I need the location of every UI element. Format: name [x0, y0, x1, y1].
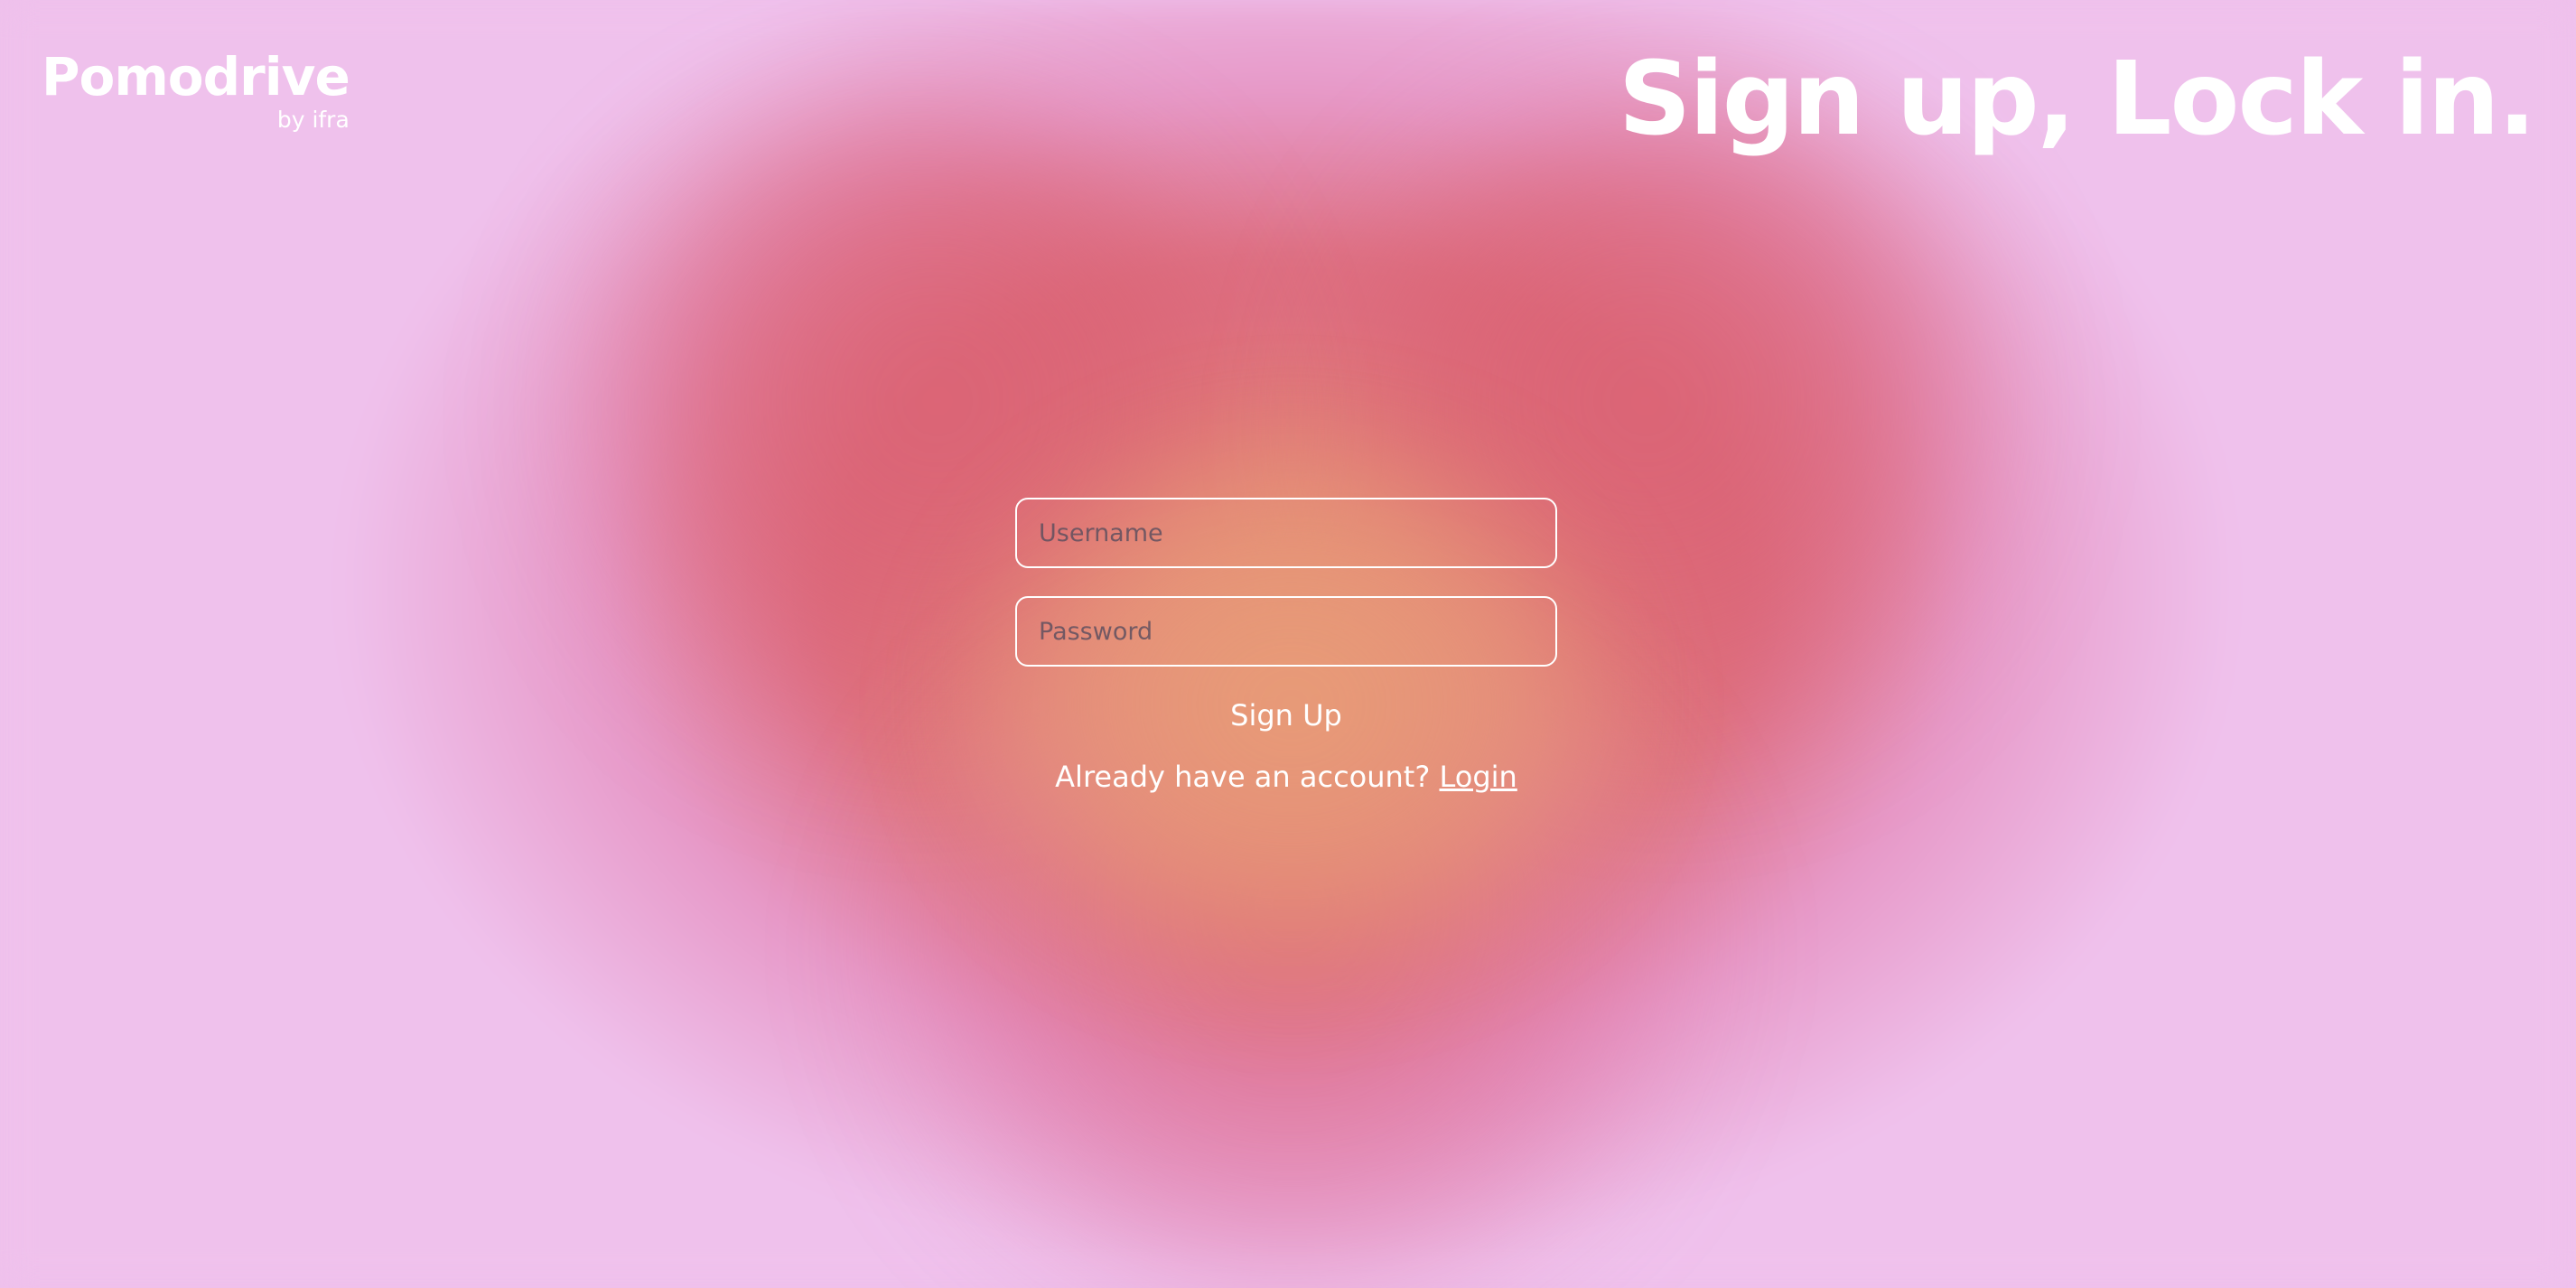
signup-form: Sign Up Already have an account? Login	[1015, 498, 1557, 794]
login-prompt-row: Already have an account? Login	[1015, 760, 1557, 794]
sign-up-button[interactable]: Sign Up	[1221, 695, 1351, 736]
login-link[interactable]: Login	[1440, 760, 1517, 794]
brand-name: Pomodrive	[42, 46, 350, 107]
password-input[interactable]	[1015, 596, 1557, 667]
brand-byline: by ifra	[276, 107, 350, 133]
page-headline: Sign up, Lock in.	[1618, 41, 2536, 158]
username-input[interactable]	[1015, 498, 1557, 568]
brand-logo: Pomodrive by ifra	[42, 51, 350, 131]
login-prompt-text: Already have an account?	[1055, 760, 1431, 794]
